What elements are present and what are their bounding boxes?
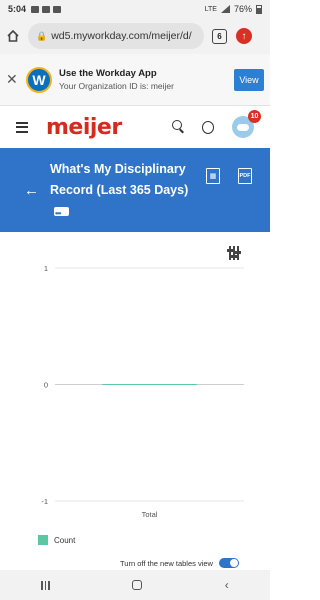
close-icon[interactable]: ✕ xyxy=(6,71,20,88)
status-bar: 5:04 LTE 76% xyxy=(0,0,270,18)
profile-button[interactable]: 10 xyxy=(231,110,261,138)
legend-swatch-count xyxy=(38,535,48,545)
app-promo-banner: ✕ W Use the Workday App Your Organizatio… xyxy=(0,54,270,106)
status-time: 5:04 xyxy=(8,4,27,14)
address-bar[interactable]: 🔒 wd5.myworkday.com/meijer/d/ xyxy=(28,23,204,49)
signal-icon xyxy=(220,5,230,13)
tables-view-toggle-row: Turn off the new tables view xyxy=(120,558,239,568)
recent-apps-icon[interactable] xyxy=(41,580,50,590)
cloud-icon xyxy=(53,5,62,13)
excel-export-icon[interactable]: ▦ xyxy=(206,168,220,184)
message-icon xyxy=(42,5,51,13)
bar-chart: 1 0 -1 Total xyxy=(41,264,244,519)
related-actions-icon[interactable] xyxy=(54,203,69,224)
banner-text: Use the Workday App Your Organization ID… xyxy=(59,68,234,91)
x-tick-label: Total xyxy=(142,510,158,519)
browser-update-icon[interactable]: ↑ xyxy=(236,28,252,44)
banner-subtitle: Your Organization ID is: meijer xyxy=(59,81,174,91)
workday-logo: W xyxy=(26,66,52,93)
chart-bar[interactable] xyxy=(102,384,197,385)
battery-icon xyxy=(256,4,262,14)
tables-view-toggle[interactable] xyxy=(218,558,239,568)
status-system-icons: LTE 76% xyxy=(205,4,262,14)
back-arrow-icon[interactable]: ← xyxy=(24,182,39,199)
home-button-icon[interactable] xyxy=(132,580,143,590)
back-nav-icon[interactable]: ‹ xyxy=(225,578,229,592)
page-title-text: What's My Disciplinary Record (Last 365 … xyxy=(50,162,189,197)
tab-switcher-button[interactable]: 6 xyxy=(212,28,227,44)
view-app-button[interactable]: View xyxy=(234,68,264,91)
home-icon[interactable] xyxy=(6,29,20,43)
gallery-icon xyxy=(31,5,40,13)
y-tick-label: -1 xyxy=(41,497,48,506)
chart-legend[interactable]: Count xyxy=(38,535,75,545)
chat-icon[interactable] xyxy=(201,120,214,134)
notification-badge: 10 xyxy=(247,110,261,123)
battery-percent: 76% xyxy=(233,4,252,14)
browser-toolbar: 🔒 wd5.myworkday.com/meijer/d/ 6 ↑ xyxy=(0,18,270,54)
banner-title: Use the Workday App xyxy=(59,68,157,79)
lock-icon: 🔒 xyxy=(36,30,48,41)
site-header: meijer 10 xyxy=(0,106,270,148)
legend-label: Count xyxy=(54,535,76,545)
y-tick-label: 0 xyxy=(44,381,48,390)
system-nav-bar: ‹ xyxy=(0,570,270,600)
status-notification-icons xyxy=(31,5,62,13)
page-header-band: ← What's My Disciplinary Record (Last 36… xyxy=(0,148,270,232)
y-tick-label: 1 xyxy=(44,264,48,273)
address-text: wd5.myworkday.com/meijer/d/ xyxy=(51,30,192,42)
page-title: What's My Disciplinary Record (Last 365 … xyxy=(50,159,190,224)
network-type: LTE xyxy=(204,5,217,13)
tables-view-label: Turn off the new tables view xyxy=(120,558,213,568)
pdf-export-icon[interactable]: PDF xyxy=(238,168,252,184)
brand-logo[interactable]: meijer xyxy=(46,115,122,140)
menu-icon[interactable] xyxy=(16,121,28,133)
search-icon[interactable] xyxy=(171,120,184,134)
